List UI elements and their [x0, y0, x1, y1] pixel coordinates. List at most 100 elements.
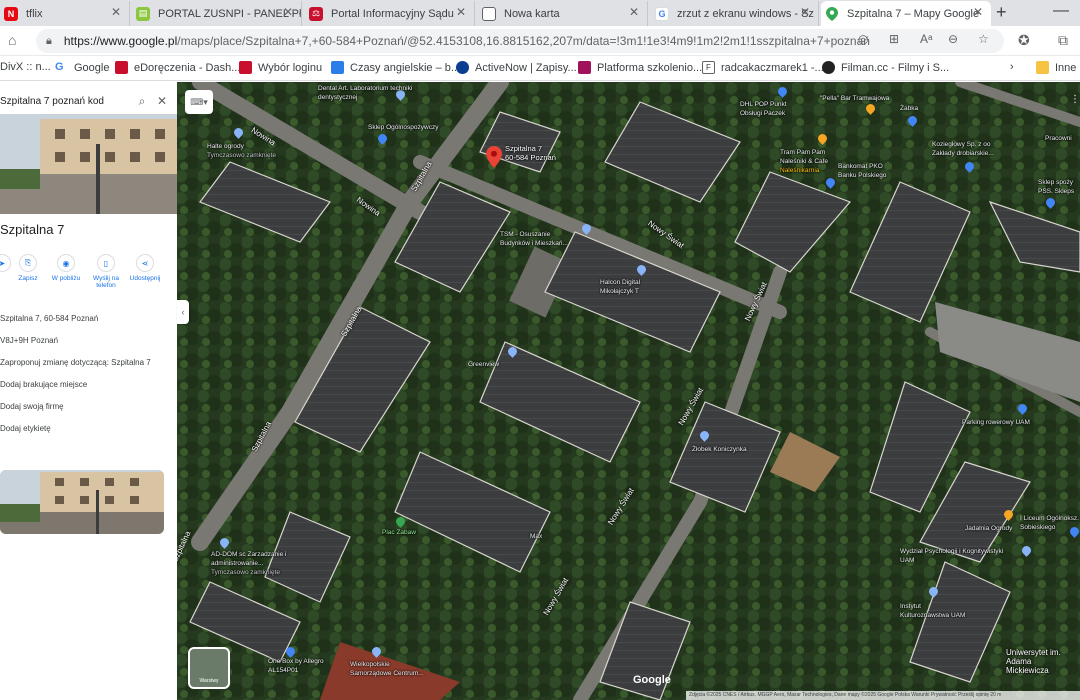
- other-bookmarks-folder[interactable]: Inne u: [1036, 61, 1080, 74]
- place-label[interactable]: AD-DOM sc Zarzadzanie i administrowanie.…: [211, 550, 301, 568]
- place-label[interactable]: Sklep Ogólnospożywczy: [368, 123, 438, 132]
- place-label[interactable]: Max: [530, 532, 542, 541]
- add-missing-place-row[interactable]: Dodaj brakujące miejsce: [0, 380, 177, 402]
- place-label[interactable]: Parking rowerowy UAM: [962, 418, 1030, 427]
- bookmark-czasy-angielskie[interactable]: Czasy angielskie – b...: [331, 61, 460, 74]
- close-tab-icon[interactable]: ✕: [111, 5, 121, 19]
- tab-title: PORTAL ZUSNPI - PANEL Pł: [158, 7, 301, 20]
- collapse-panel-button[interactable]: ‹: [177, 300, 189, 324]
- plus-code-row[interactable]: V8J+9H Poznań: [0, 336, 177, 358]
- place-photo[interactable]: [0, 470, 164, 534]
- tab-google-maps[interactable]: Szpitalna 7 – Mapy Google ✕: [821, 1, 991, 26]
- send-to-phone-button[interactable]: ▯ Wyślij na telefon: [90, 254, 122, 289]
- lock-icon[interactable]: 🔒︎: [46, 35, 52, 48]
- place-label[interactable]: Żabka: [900, 104, 918, 113]
- place-label[interactable]: I Liceum Ogólnoksz. Sobieskiego: [1020, 514, 1080, 532]
- share-button[interactable]: ⋖ Udostępnij: [129, 254, 161, 282]
- suggest-edit-row[interactable]: Zaproponuj zmianę dotyczącą: Szpitalna 7: [0, 358, 177, 380]
- tab-portal-sadu[interactable]: ⚖ Portal Informacyjny Sądu ✕: [305, 1, 475, 26]
- bookmarks-overflow-icon[interactable]: ›: [1010, 61, 1014, 73]
- search-input[interactable]: Szpitalna 7 poznań kod: [0, 96, 132, 107]
- apps-grid-icon[interactable]: ⊞: [889, 32, 899, 46]
- place-label[interactable]: Żłobek Koniczynka: [692, 445, 747, 454]
- tab-title: Portal Informacyjny Sądu: [331, 7, 454, 20]
- place-label[interactable]: Greenview: [468, 360, 499, 369]
- close-tab-icon[interactable]: ✕: [283, 5, 293, 19]
- location-icon[interactable]: ◎: [858, 32, 868, 46]
- close-tab-icon[interactable]: ✕: [973, 5, 983, 19]
- close-icon[interactable]: ✕: [152, 94, 172, 108]
- navigation-bar: ⌂ 🔒︎ https://www.google.pl /maps/place/S…: [0, 26, 1080, 56]
- extensions-icon[interactable]: ✪: [1018, 32, 1030, 49]
- address-row[interactable]: Szpitalna 7, 60-584 Poznań: [0, 314, 177, 336]
- place-title: Szpitalna 7: [0, 222, 65, 237]
- bookmark-filman[interactable]: Filman.cc - Filmy i S...: [822, 61, 949, 74]
- place-label[interactable]: TSM - Osuszanie Budynków i Mieszkań...: [500, 230, 580, 248]
- place-details-panel: Szpitalna 7 poznań kod ⌕ ✕ Szpitalna 7 ➤…: [0, 82, 177, 700]
- place-label[interactable]: Dental Art. Laboratorium techniki dentys…: [318, 84, 418, 102]
- netflix-icon: N: [4, 6, 18, 21]
- minimize-icon[interactable]: —: [1053, 2, 1069, 20]
- bookmark-activenow[interactable]: ActiveNow | Zapisy...: [456, 61, 577, 74]
- close-tab-icon[interactable]: ✕: [629, 5, 639, 19]
- place-label[interactable]: "Pella" Bar Tramwajowa: [820, 94, 889, 103]
- layers-label: Warstwy: [199, 678, 219, 684]
- bookmark-divx[interactable]: DivX :: n...: [0, 61, 51, 73]
- bookmark-wybor-loginu[interactable]: Wybór loginu: [239, 61, 322, 74]
- place-label[interactable]: Instytut Kulturoznawstwa UAM: [900, 602, 970, 620]
- tab-zusnpi[interactable]: ▤ PORTAL ZUSNPI - PANEL Pł ✕: [132, 1, 302, 26]
- place-label[interactable]: Jadalnia Ogrody: [965, 524, 1012, 533]
- place-label[interactable]: DHL POP Punkt Obsługi Paczek: [740, 100, 810, 118]
- read-aloud-icon[interactable]: Aᵃ: [920, 32, 932, 46]
- tab-title: Nowa karta: [504, 7, 560, 20]
- bookmark-platforma[interactable]: Platforma szkolenio...: [578, 61, 702, 74]
- tab-new[interactable]: Nowa karta ✕: [478, 1, 648, 26]
- google-icon: G: [55, 61, 64, 73]
- tab-title: Szpitalna 7 – Mapy Google: [847, 7, 980, 20]
- bookmark-radcakaczmarek[interactable]: Fradcakaczmarek1 -...: [702, 61, 824, 74]
- place-label[interactable]: Plac Zabaw: [382, 528, 416, 537]
- place-label[interactable]: Bankomat PKO Banku Polskiego: [838, 162, 898, 180]
- keyboard-shortcuts-button[interactable]: ⌨▾: [185, 90, 213, 114]
- home-icon[interactable]: ⌂: [8, 32, 16, 48]
- bookmark-edoreczenia[interactable]: eDoręczenia - Dash...: [115, 61, 240, 74]
- place-label[interactable]: Pracowni: [1045, 134, 1072, 143]
- street-view-photo[interactable]: [0, 114, 177, 214]
- bookmark-label: Filman.cc - Filmy i S...: [841, 61, 950, 74]
- search-icon[interactable]: ⌕: [132, 94, 152, 109]
- place-label-university[interactable]: Uniwersytet im. Adama Mickiewicza: [1006, 648, 1076, 675]
- zoom-icon[interactable]: ⊖: [948, 32, 958, 46]
- save-button[interactable]: ⎘ Zapisz: [12, 254, 44, 282]
- new-tab-button[interactable]: +: [996, 2, 1007, 23]
- bookmark-label: radcakaczmarek1 -...: [721, 61, 824, 74]
- search-box[interactable]: Szpitalna 7 poznań kod ⌕ ✕: [0, 90, 172, 112]
- collections-icon[interactable]: ⧉: [1058, 32, 1068, 49]
- nearby-button[interactable]: ◉ W pobliżu: [50, 254, 82, 282]
- close-tab-icon[interactable]: ✕: [800, 5, 810, 19]
- bookmark-google[interactable]: G Google: [55, 61, 109, 74]
- add-label-row[interactable]: Dodaj etykietę: [0, 424, 177, 446]
- place-label[interactable]: Wielkopolskie Samorządowe Centrum...: [350, 660, 430, 678]
- activenow-icon: [456, 61, 469, 74]
- place-label[interactable]: Halcon Digital Mikołajczyk T: [600, 278, 670, 296]
- bookmark-label: Google: [74, 61, 110, 74]
- url-path: /maps/place/Szpitalna+7,+60-584+Poznań/@…: [177, 34, 870, 48]
- tab-netflix[interactable]: N tflix ✕: [0, 1, 130, 26]
- place-label[interactable]: Halte ogrody: [207, 142, 244, 151]
- close-tab-icon[interactable]: ✕: [456, 5, 466, 19]
- google-icon: G: [655, 6, 669, 21]
- folder-icon: [1036, 61, 1049, 74]
- place-label[interactable]: Sklep spoży PSS. Skleps: [1038, 178, 1080, 196]
- bookmark-icon: ⎘: [19, 254, 37, 272]
- place-label[interactable]: Wydział Psychologii i Kognitywistyki UAM: [900, 547, 1005, 565]
- apps-grid-icon[interactable]: ⋮⋮: [1070, 94, 1080, 105]
- new-tab-page-icon: [482, 6, 496, 21]
- favorite-star-icon[interactable]: ☆: [978, 32, 989, 46]
- action-buttons: ➤ ⎘ Zapisz ◉ W pobliżu ▯ Wyślij na telefon …: [0, 254, 177, 294]
- layers-button[interactable]: Warstwy: [188, 647, 230, 689]
- add-business-row[interactable]: Dodaj swoją firmę: [0, 402, 177, 424]
- place-label[interactable]: Koziegłowy Sp. z oo Zakłady drobiarskie.…: [932, 140, 1012, 158]
- tab-google-search[interactable]: G zrzut z ekranu windows - Sz ✕: [651, 1, 819, 26]
- bookmark-label: ActiveNow | Zapisy...: [475, 61, 577, 74]
- place-label[interactable]: One Box by Allegro AL154P01: [268, 657, 338, 675]
